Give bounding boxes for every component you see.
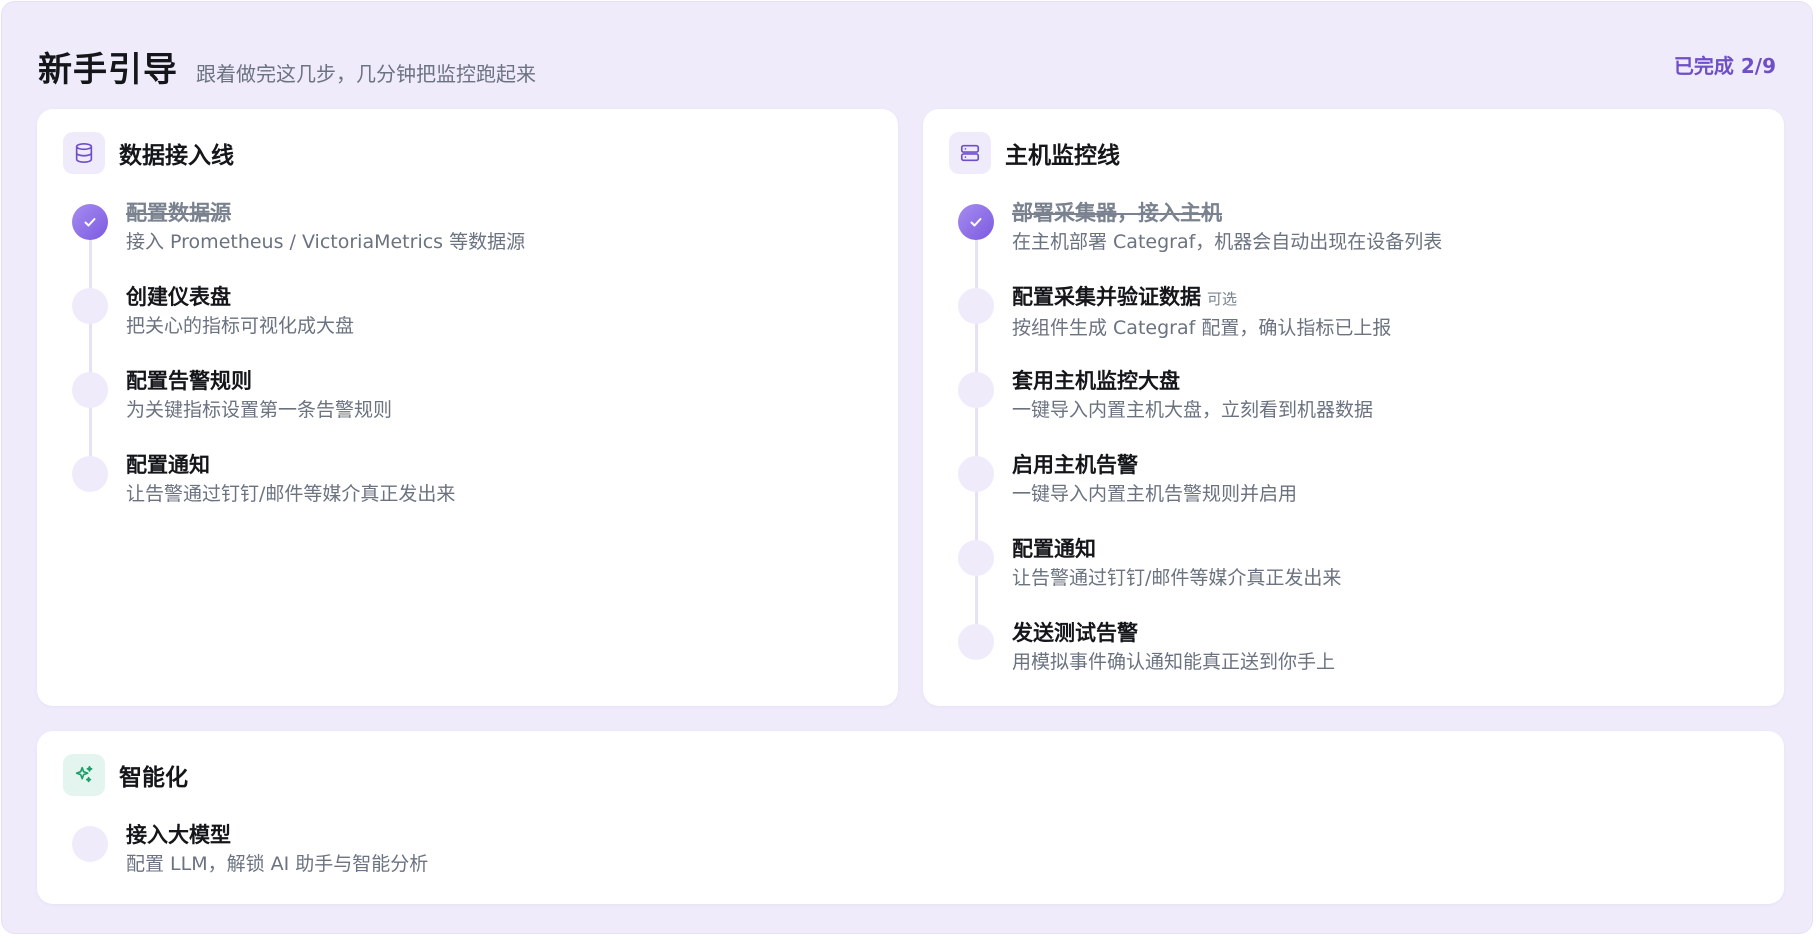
step-title: 配置采集并验证数据: [1012, 285, 1201, 309]
step-title: 发送测试告警: [1012, 621, 1138, 645]
step-title: 配置通知: [126, 453, 210, 477]
step-description: 配置 LLM，解锁 AI 助手与智能分析: [126, 853, 429, 875]
database-icon: [63, 132, 105, 174]
step-description: 让告警通过钉钉/邮件等媒介真正发出来: [126, 483, 456, 505]
page-header: 新手引导 跟着做完这几步，几分钟把监控跑起来: [38, 42, 536, 91]
card-intelligence: 智能化 接入大模型 配置 LLM，解锁 AI 助手与智能分析: [37, 731, 1784, 904]
step-description: 接入 Prometheus / VictoriaMetrics 等数据源: [126, 231, 526, 253]
step-description: 让告警通过钉钉/邮件等媒介真正发出来: [1012, 567, 1342, 589]
step-description: 一键导入内置主机大盘，立刻看到机器数据: [1012, 399, 1374, 421]
card-data-ingestion: 数据接入线 配置数据源 接入 Prometheus / VictoriaMetr…: [37, 109, 898, 706]
step-title: 创建仪表盘: [126, 285, 231, 309]
step-configure-alert-rules[interactable]: 配置告警规则 为关键指标设置第一条告警规则: [37, 367, 525, 473]
card-title: 数据接入线: [119, 143, 234, 169]
pending-dot-icon: [958, 624, 994, 660]
step-description: 按组件生成 Categraf 配置，确认指标已上报: [1012, 317, 1392, 339]
card-host-monitoring: 主机监控线 部署采集器，接入主机 在主机部署 Categraf，机器会自动出现在…: [923, 109, 1784, 706]
pending-dot-icon: [958, 456, 994, 492]
card-title: 主机监控线: [1005, 143, 1120, 169]
step-description: 把关心的指标可视化成大盘: [126, 315, 355, 337]
step-title: 配置告警规则: [126, 369, 252, 393]
progress-counter: 已完成 2/9: [1673, 54, 1776, 78]
pending-dot-icon: [958, 372, 994, 408]
step-configure-collection[interactable]: 配置采集并验证数据 可选 按组件生成 Categraf 配置，确认指标已上报: [923, 283, 1442, 389]
pending-dot-icon: [958, 540, 994, 576]
step-title: 接入大模型: [126, 823, 231, 847]
step-title: 套用主机监控大盘: [1012, 369, 1180, 393]
step-create-dashboard[interactable]: 创建仪表盘 把关心的指标可视化成大盘: [37, 283, 525, 389]
page-subtitle: 跟着做完这几步，几分钟把监控跑起来: [196, 62, 536, 86]
card-title: 智能化: [119, 765, 188, 791]
onboarding-panel: 新手引导 跟着做完这几步，几分钟把监控跑起来 已完成 2/9 数据接入线 配置数…: [1, 1, 1813, 934]
step-list: 部署采集器，接入主机 在主机部署 Categraf，机器会自动出现在设备列表 配…: [923, 199, 1442, 703]
step-apply-host-dashboard[interactable]: 套用主机监控大盘 一键导入内置主机大盘，立刻看到机器数据: [923, 367, 1442, 473]
step-send-test-alert[interactable]: 发送测试告警 用模拟事件确认通知能真正送到你手上: [923, 619, 1442, 703]
check-icon: [958, 204, 994, 240]
step-list: 接入大模型 配置 LLM，解锁 AI 助手与智能分析: [37, 821, 428, 905]
step-title: 配置通知: [1012, 537, 1096, 561]
step-configure-notification[interactable]: 配置通知 让告警通过钉钉/邮件等媒介真正发出来: [923, 535, 1442, 641]
step-enable-host-alerts[interactable]: 启用主机告警 一键导入内置主机告警规则并启用: [923, 451, 1442, 557]
card-header: 主机监控线: [949, 132, 1120, 174]
optional-tag: 可选: [1207, 290, 1238, 308]
step-title: 部署采集器，接入主机: [1012, 201, 1222, 225]
step-configure-datasource[interactable]: 配置数据源 接入 Prometheus / VictoriaMetrics 等数…: [37, 199, 526, 305]
step-title: 启用主机告警: [1012, 453, 1138, 477]
card-header: 数据接入线: [63, 132, 234, 174]
pending-dot-icon: [958, 288, 994, 324]
step-description: 在主机部署 Categraf，机器会自动出现在设备列表: [1012, 231, 1443, 253]
step-title: 配置数据源: [126, 201, 231, 225]
step-connect-llm[interactable]: 接入大模型 配置 LLM，解锁 AI 助手与智能分析: [37, 821, 428, 905]
pending-dot-icon: [72, 456, 108, 492]
server-icon: [949, 132, 991, 174]
step-list: 配置数据源 接入 Prometheus / VictoriaMetrics 等数…: [37, 199, 525, 535]
pending-dot-icon: [72, 826, 108, 862]
check-icon: [72, 204, 108, 240]
step-description: 用模拟事件确认通知能真正送到你手上: [1012, 651, 1336, 673]
pending-dot-icon: [72, 288, 108, 324]
page-title: 新手引导: [38, 50, 178, 90]
sparkles-icon: [63, 754, 105, 796]
step-description: 一键导入内置主机告警规则并启用: [1012, 483, 1298, 505]
card-header: 智能化: [63, 754, 188, 796]
step-deploy-collector[interactable]: 部署采集器，接入主机 在主机部署 Categraf，机器会自动出现在设备列表: [923, 199, 1443, 305]
step-title-row: 配置采集并验证数据 可选: [1012, 283, 1442, 313]
pending-dot-icon: [72, 372, 108, 408]
step-configure-notification[interactable]: 配置通知 让告警通过钉钉/邮件等媒介真正发出来: [37, 451, 525, 535]
step-description: 为关键指标设置第一条告警规则: [126, 399, 393, 421]
